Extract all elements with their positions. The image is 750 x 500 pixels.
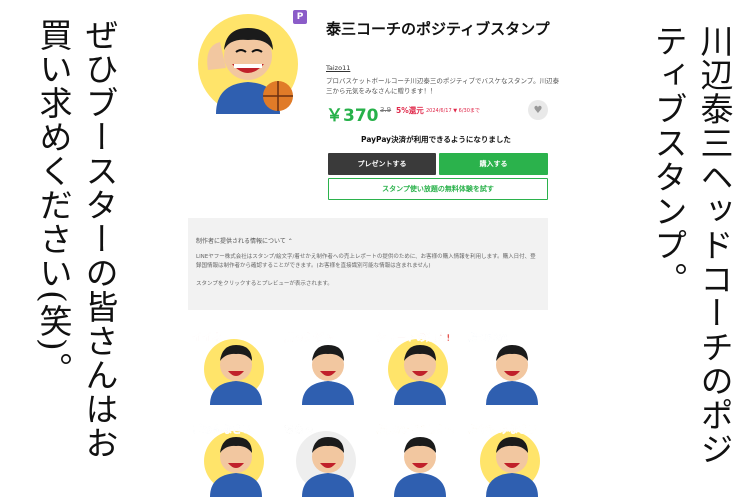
free-trial-button[interactable]: スタンプ使い放題の無料体験を試す bbox=[328, 178, 548, 200]
sticker-item[interactable]: おやすみなさい bbox=[464, 417, 546, 497]
sticker-item[interactable]: おつかれ bbox=[464, 325, 546, 405]
sticker-text: おやすみなさい bbox=[468, 424, 538, 436]
gift-button[interactable]: プレゼントする bbox=[328, 153, 436, 175]
author-link[interactable]: Taizo11 bbox=[326, 64, 350, 72]
heart-icon: ♥ bbox=[533, 104, 543, 116]
creator-info-text: LINEヤフー株式会社はスタンプ/絵文字/着せかえ制作者への売上レポートの提供の… bbox=[196, 254, 536, 269]
sticker-item[interactable]: イイネ bbox=[188, 325, 270, 405]
sticker-grid: イイネ 勝ったどぉ シュートの達人! おつかれごめんなさい ちらっ お疲れ様でしたっ! おや… bbox=[188, 325, 548, 500]
sticker-item[interactable]: お疲れ様でしたっ! bbox=[372, 417, 454, 497]
preview-hint: スタンプをクリックするとプレビューが表示されます。 bbox=[196, 281, 333, 287]
page: ぜひブースターの皆さんはお買い求めください(笑)。 川辺泰三ヘッドコーチのポジテ… bbox=[0, 0, 750, 500]
sticker-item[interactable]: シュートの達人! bbox=[372, 325, 454, 405]
sticker-description: プロバスケットボールコーチ川辺泰三のポジティブでバスケなスタンプ。川辺泰三から元… bbox=[326, 77, 560, 95]
paypay-notice: PayPay決済が利用できるようになりました bbox=[361, 135, 511, 144]
creator-info-toggle[interactable]: 制作者に提供される情報について ⌃ bbox=[196, 236, 540, 245]
right-vertical-caption: 川辺泰三ヘッドコーチのポジティブスタンプ。 bbox=[649, 24, 734, 466]
sticker-text: シュートの達人! bbox=[376, 331, 451, 344]
price-old: 3.9 bbox=[380, 106, 392, 114]
sticker-text: おつかれ bbox=[468, 332, 508, 344]
rebate-badge: 5%還元 bbox=[396, 106, 424, 115]
price: ￥370 bbox=[326, 106, 379, 126]
favorite-button[interactable]: ♥ bbox=[528, 100, 548, 120]
sticker-item[interactable]: ごめんなさい bbox=[188, 417, 270, 497]
sticker-text: ちらっ bbox=[284, 424, 314, 436]
left-vertical-caption: ぜひブースターの皆さんはお買い求めください(笑)。 bbox=[34, 18, 119, 460]
sticker-title: 泰三コーチのポジティブスタンプ bbox=[326, 20, 550, 38]
sticker-text: お疲れ様でしたっ! bbox=[376, 423, 454, 436]
creator-info-box: 制作者に提供される情報について ⌃ LINEヤフー株式会社はスタンプ/絵文字/着… bbox=[188, 218, 548, 310]
sticker-store-panel: P 泰三コーチのポジティブスタンプ Taizo11 プロバスケットボールコーチ川… bbox=[178, 0, 570, 500]
main-sticker-image[interactable] bbox=[196, 10, 300, 118]
buy-button[interactable]: 購入する bbox=[439, 153, 548, 175]
sticker-text: イイネ bbox=[192, 332, 222, 344]
sticker-text: ごめんなさい bbox=[192, 423, 252, 436]
sticker-item[interactable]: 勝ったどぉ bbox=[280, 325, 362, 405]
sticker-item[interactable]: ちらっ bbox=[280, 417, 362, 497]
sticker-text: 勝ったどぉ bbox=[284, 331, 334, 344]
rebate-period: 2024/6/17 ▼ 6/30まで bbox=[426, 108, 480, 114]
premium-badge: P bbox=[293, 10, 307, 24]
